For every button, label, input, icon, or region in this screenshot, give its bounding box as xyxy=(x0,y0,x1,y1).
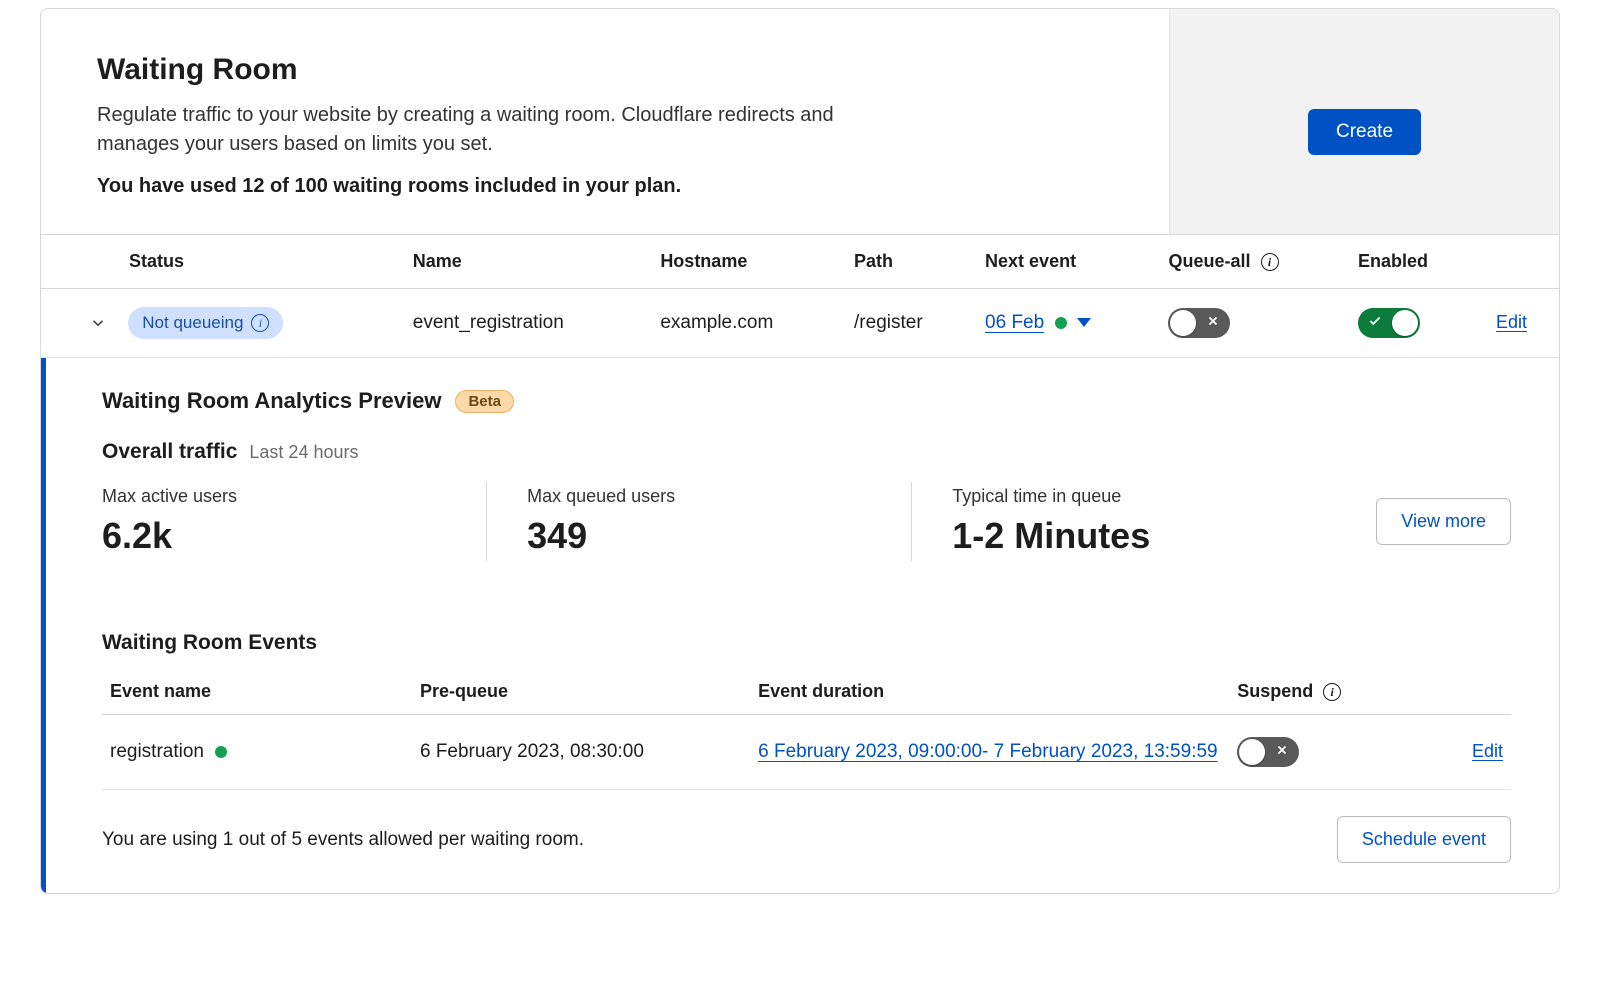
cell-hostname: example.com xyxy=(648,289,842,358)
beta-badge: Beta xyxy=(455,390,514,413)
events-table: Event name Pre-queue Event duration Susp… xyxy=(102,669,1511,790)
stat-label: Max queued users xyxy=(527,486,871,507)
expand-row-chevron-icon[interactable] xyxy=(85,310,111,336)
cell-name: event_registration xyxy=(401,289,649,358)
cell-path: /register xyxy=(842,289,973,358)
next-event-link[interactable]: 06 Feb xyxy=(985,312,1044,333)
event-duration-link[interactable]: 6 February 2023, 09:00:00- 7 February 20… xyxy=(758,741,1217,762)
create-button[interactable]: Create xyxy=(1308,109,1421,155)
col-suspend-label: Suspend xyxy=(1237,681,1313,701)
events-title: Waiting Room Events xyxy=(102,631,1511,655)
stat-value: 349 xyxy=(527,515,871,557)
info-icon[interactable]: i xyxy=(1261,253,1279,271)
suspend-toggle[interactable] xyxy=(1237,737,1299,767)
col-enabled: Enabled xyxy=(1346,235,1479,289)
col-queue-all: Queue-all i xyxy=(1156,235,1346,289)
col-name: Name xyxy=(401,235,649,289)
header-row: Waiting Room Regulate traffic to your we… xyxy=(41,9,1559,234)
info-icon[interactable]: i xyxy=(1323,683,1341,701)
table-row: Not queueing i event_registration exampl… xyxy=(41,289,1559,358)
stat-label: Max active users xyxy=(102,486,446,507)
schedule-event-button[interactable]: Schedule event xyxy=(1337,816,1511,863)
col-hostname: Hostname xyxy=(648,235,842,289)
x-icon xyxy=(1206,312,1220,334)
col-duration: Event duration xyxy=(750,669,1229,715)
stats-row: Max active users 6.2k Max queued users 3… xyxy=(102,482,1511,561)
x-icon xyxy=(1275,741,1289,763)
overall-traffic-label: Overall traffic xyxy=(102,440,237,464)
col-next-event: Next event xyxy=(973,235,1156,289)
event-prequeue: 6 February 2023, 08:30:00 xyxy=(412,715,750,790)
col-queue-all-label: Queue-all xyxy=(1168,251,1250,271)
col-event-name: Event name xyxy=(102,669,412,715)
edit-event-link[interactable]: Edit xyxy=(1472,741,1503,761)
expansion-panel: Waiting Room Analytics Preview Beta Over… xyxy=(41,358,1559,893)
status-dot-icon xyxy=(215,746,227,758)
check-icon xyxy=(1368,312,1382,334)
stat-value: 6.2k xyxy=(102,515,446,557)
header-right: Create xyxy=(1169,9,1559,234)
col-path: Path xyxy=(842,235,973,289)
stat-value: 1-2 Minutes xyxy=(952,515,1296,557)
col-status: Status xyxy=(41,235,401,289)
page-title: Waiting Room xyxy=(97,53,1121,87)
stat-max-queued: Max queued users 349 xyxy=(486,482,911,561)
analytics-title: Waiting Room Analytics Preview xyxy=(102,388,441,414)
edit-link[interactable]: Edit xyxy=(1496,312,1527,332)
status-dot-icon xyxy=(1055,317,1067,329)
usage-line: You have used 12 of 100 waiting rooms in… xyxy=(97,175,1121,198)
header-left: Waiting Room Regulate traffic to your we… xyxy=(41,9,1169,234)
event-row: registration 6 February 2023, 08:30:00 6… xyxy=(102,715,1511,790)
waiting-rooms-table: Status Name Hostname Path Next event Que… xyxy=(41,234,1559,358)
event-name: registration xyxy=(110,741,204,762)
overall-traffic-sub: Last 24 hours xyxy=(249,442,358,463)
status-badge: Not queueing i xyxy=(128,307,283,339)
caret-down-icon[interactable] xyxy=(1077,318,1091,327)
queue-all-toggle[interactable] xyxy=(1168,308,1230,338)
info-icon[interactable]: i xyxy=(251,314,269,332)
events-footer: You are using 1 out of 5 events allowed … xyxy=(102,790,1511,863)
col-prequeue: Pre-queue xyxy=(412,669,750,715)
enabled-toggle[interactable] xyxy=(1358,308,1420,338)
stat-typical-time: Typical time in queue 1-2 Minutes xyxy=(911,482,1336,561)
page-description: Regulate traffic to your website by crea… xyxy=(97,101,917,159)
cell-next-event: 06 Feb xyxy=(973,289,1156,358)
stat-max-active: Max active users 6.2k xyxy=(102,482,486,561)
waiting-room-card: Waiting Room Regulate traffic to your we… xyxy=(40,8,1560,894)
status-label: Not queueing xyxy=(142,313,243,333)
events-usage-msg: You are using 1 out of 5 events allowed … xyxy=(102,829,584,851)
col-suspend: Suspend i xyxy=(1229,669,1426,715)
stat-label: Typical time in queue xyxy=(952,486,1296,507)
view-more-button[interactable]: View more xyxy=(1376,498,1511,545)
